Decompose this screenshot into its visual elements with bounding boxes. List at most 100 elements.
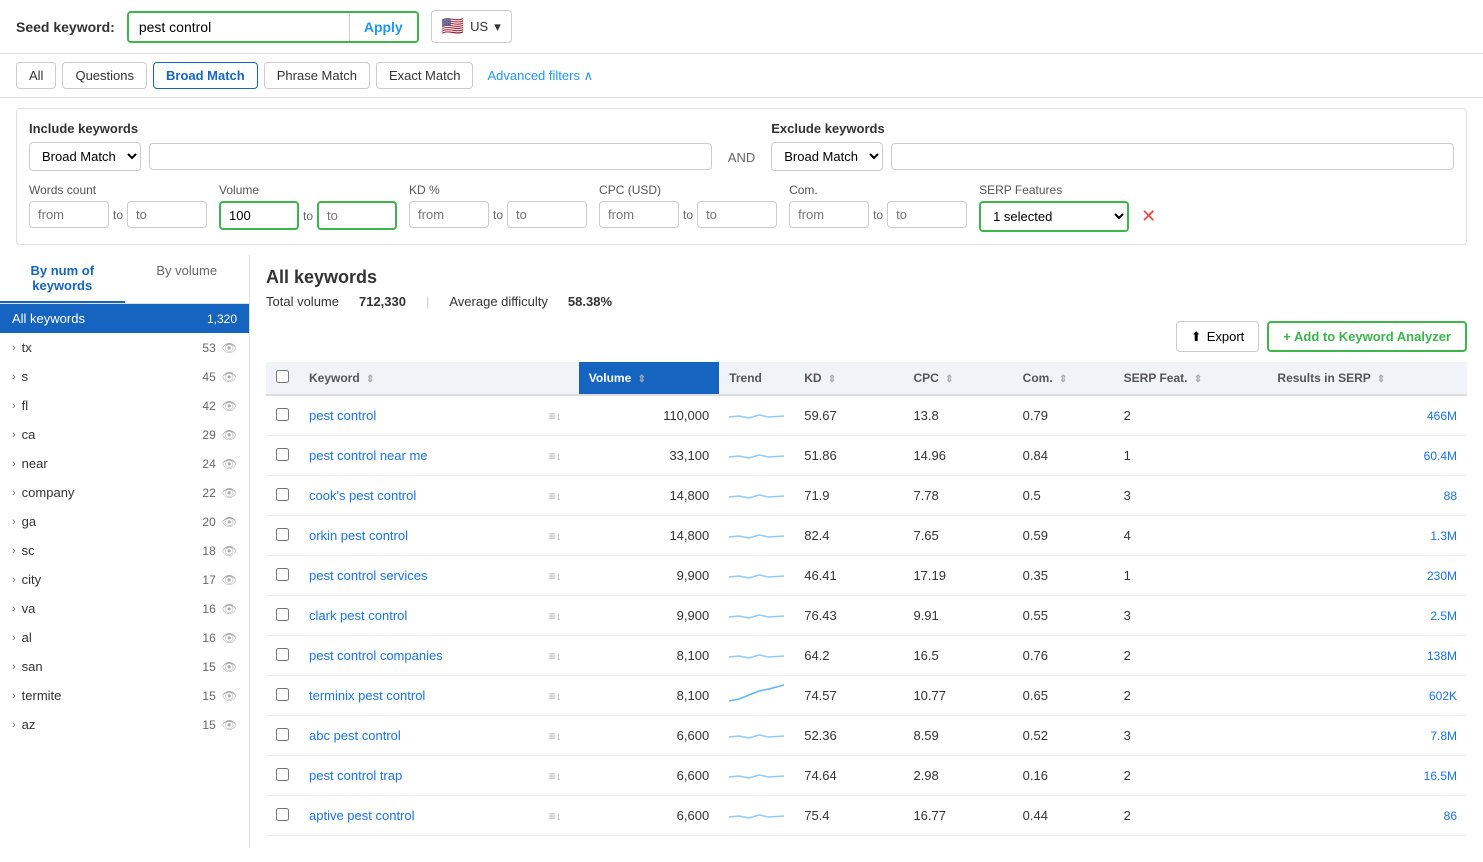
th-kd[interactable]: KD ⇕	[794, 362, 903, 395]
sidebar-item-city[interactable]: › city 17 👁	[0, 565, 249, 594]
eye-icon[interactable]: 👁	[222, 457, 237, 471]
tab-questions[interactable]: Questions	[62, 62, 147, 89]
row-checkbox[interactable]	[276, 568, 289, 581]
sidebar-item-ga[interactable]: › ga 20 👁	[0, 507, 249, 536]
filter-list-icon[interactable]: ≡↓	[549, 529, 562, 543]
keyword-link[interactable]: cook's pest control	[309, 488, 416, 503]
eye-icon[interactable]: 👁	[222, 689, 237, 703]
com-from[interactable]	[789, 201, 869, 228]
eye-icon[interactable]: 👁	[222, 515, 237, 529]
eye-icon[interactable]: 👁	[222, 399, 237, 413]
select-all-checkbox[interactable]	[276, 370, 289, 383]
row-checkbox[interactable]	[276, 448, 289, 461]
eye-icon[interactable]: 👁	[222, 370, 237, 384]
serp-clear-icon[interactable]: ✕	[1141, 206, 1156, 227]
eye-icon[interactable]: 👁	[222, 660, 237, 674]
th-volume[interactable]: Volume ⇕	[579, 362, 719, 395]
sidebar-item-all-keywords[interactable]: All keywords 1,320	[0, 304, 249, 333]
filter-list-icon[interactable]: ≡↓	[549, 489, 562, 503]
volume-to[interactable]	[317, 201, 397, 230]
results-link[interactable]: 88	[1444, 489, 1457, 503]
row-checkbox[interactable]	[276, 488, 289, 501]
results-link[interactable]: 138M	[1427, 649, 1457, 663]
eye-icon[interactable]: 👁	[222, 718, 237, 732]
sidebar-item-va[interactable]: › va 16 👁	[0, 594, 249, 623]
sidebar-item-near[interactable]: › near 24 👁	[0, 449, 249, 478]
row-checkbox[interactable]	[276, 808, 289, 821]
row-checkbox[interactable]	[276, 608, 289, 621]
results-link[interactable]: 466M	[1427, 409, 1457, 423]
keyword-link[interactable]: clark pest control	[309, 608, 407, 623]
th-results[interactable]: Results in SERP ⇕	[1267, 362, 1467, 395]
sidebar-item-tx[interactable]: › tx 53 👁	[0, 333, 249, 362]
keyword-link[interactable]: pest control companies	[309, 648, 443, 663]
row-checkbox[interactable]	[276, 768, 289, 781]
sidebar-item-san[interactable]: › san 15 👁	[0, 652, 249, 681]
filter-list-icon[interactable]: ≡↓	[549, 649, 562, 663]
keyword-link[interactable]: pest control	[309, 408, 376, 423]
sidebar-item-az[interactable]: › az 15 👁	[0, 710, 249, 739]
results-link[interactable]: 7.8M	[1430, 729, 1457, 743]
tab-broad-match[interactable]: Broad Match	[153, 62, 258, 89]
th-keyword[interactable]: Keyword ⇕	[299, 362, 539, 395]
kd-to[interactable]	[507, 201, 587, 228]
results-link[interactable]: 86	[1444, 809, 1457, 823]
keyword-link[interactable]: terminix pest control	[309, 688, 425, 703]
eye-icon[interactable]: 👁	[222, 341, 237, 355]
sidebar-item-termite[interactable]: › termite 15 👁	[0, 681, 249, 710]
sidebar-item-al[interactable]: › al 16 👁	[0, 623, 249, 652]
keyword-link[interactable]: pest control trap	[309, 768, 402, 783]
results-link[interactable]: 60.4M	[1424, 449, 1457, 463]
include-text-input[interactable]	[149, 143, 712, 170]
sidebar-item-sc[interactable]: › sc 18 👁	[0, 536, 249, 565]
tab-exact-match[interactable]: Exact Match	[376, 62, 474, 89]
words-count-from[interactable]	[29, 201, 109, 228]
exclude-match-select[interactable]: Broad Match	[771, 142, 883, 171]
keyword-link[interactable]: abc pest control	[309, 728, 401, 743]
results-link[interactable]: 1.3M	[1430, 529, 1457, 543]
country-selector[interactable]: 🇺🇸 US ▾	[431, 10, 512, 43]
keyword-link[interactable]: pest control near me	[309, 448, 428, 463]
sidebar-item-ca[interactable]: › ca 29 👁	[0, 420, 249, 449]
apply-button[interactable]: Apply	[349, 13, 417, 41]
eye-icon[interactable]: 👁	[222, 573, 237, 587]
results-link[interactable]: 16.5M	[1424, 769, 1457, 783]
keyword-link[interactable]: orkin pest control	[309, 528, 408, 543]
kd-from[interactable]	[409, 201, 489, 228]
filter-list-icon[interactable]: ≡↓	[549, 569, 562, 583]
sidebar-item-fl[interactable]: › fl 42 👁	[0, 391, 249, 420]
eye-icon[interactable]: 👁	[222, 486, 237, 500]
th-cpc[interactable]: CPC ⇕	[903, 362, 1012, 395]
include-match-select[interactable]: Broad Match	[29, 142, 141, 171]
eye-icon[interactable]: 👁	[222, 544, 237, 558]
row-checkbox[interactable]	[276, 648, 289, 661]
th-select-all[interactable]	[266, 362, 299, 395]
sidebar-item-s[interactable]: › s 45 👁	[0, 362, 249, 391]
results-link[interactable]: 2.5M	[1430, 609, 1457, 623]
filter-list-icon[interactable]: ≡↓	[549, 449, 562, 463]
filter-list-icon[interactable]: ≡↓	[549, 689, 562, 703]
exclude-text-input[interactable]	[891, 143, 1454, 170]
row-checkbox[interactable]	[276, 528, 289, 541]
results-link[interactable]: 230M	[1427, 569, 1457, 583]
com-to[interactable]	[887, 201, 967, 228]
add-to-analyzer-button[interactable]: + Add to Keyword Analyzer	[1267, 321, 1467, 352]
serp-features-select[interactable]: 1 selected	[981, 203, 1127, 230]
tab-all[interactable]: All	[16, 62, 56, 89]
advanced-filters-toggle[interactable]: Advanced filters ∧	[487, 68, 593, 84]
filter-list-icon[interactable]: ≡↓	[549, 769, 562, 783]
filter-list-icon[interactable]: ≡↓	[549, 809, 562, 823]
th-serp[interactable]: SERP Feat. ⇕	[1114, 362, 1268, 395]
keyword-link[interactable]: aptive pest control	[309, 808, 415, 823]
filter-list-icon[interactable]: ≡↓	[549, 729, 562, 743]
eye-icon[interactable]: 👁	[222, 602, 237, 616]
tab-phrase-match[interactable]: Phrase Match	[264, 62, 370, 89]
th-com[interactable]: Com. ⇕	[1013, 362, 1114, 395]
sidebar-tab-by-volume[interactable]: By volume	[125, 255, 250, 303]
results-link[interactable]: 602K	[1429, 689, 1457, 703]
row-checkbox[interactable]	[276, 728, 289, 741]
filter-list-icon[interactable]: ≡↓	[549, 609, 562, 623]
sidebar-item-company[interactable]: › company 22 👁	[0, 478, 249, 507]
sidebar-tab-by-num[interactable]: By num of keywords	[0, 255, 125, 303]
filter-list-icon[interactable]: ≡↓	[549, 409, 562, 423]
